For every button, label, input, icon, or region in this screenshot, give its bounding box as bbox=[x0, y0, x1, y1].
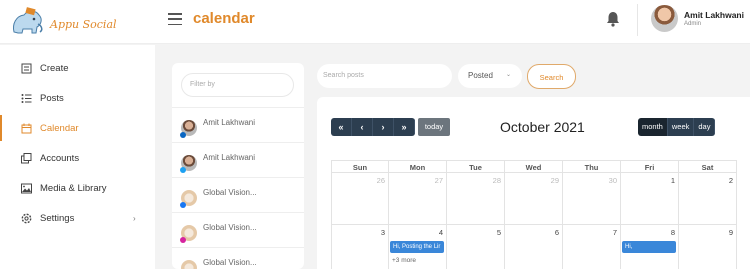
status-select[interactable]: Posted ⌄ bbox=[458, 64, 522, 88]
sidebar-item-label: Create bbox=[40, 62, 69, 74]
sidebar-item-accounts[interactable]: Accounts bbox=[0, 143, 155, 173]
list-item[interactable]: Global Vision... bbox=[172, 247, 304, 269]
weekday-header: Sun bbox=[331, 160, 389, 173]
calendar: « ‹ › » today October 2021 month week da… bbox=[317, 97, 750, 269]
linkedin-icon bbox=[180, 132, 186, 138]
next-month-button[interactable]: › bbox=[373, 118, 394, 136]
calendar-day[interactable]: 30 bbox=[563, 173, 621, 225]
elephant-logo-icon bbox=[13, 7, 43, 34]
today-button[interactable]: today bbox=[418, 118, 450, 136]
search-input[interactable]: Search posts bbox=[317, 64, 452, 88]
twitter-icon bbox=[180, 167, 186, 173]
brand-name: Appu Social bbox=[50, 17, 117, 31]
calendar-day[interactable]: 7 bbox=[563, 225, 621, 269]
more-events-link[interactable]: +3 more bbox=[392, 257, 416, 264]
bell-icon[interactable] bbox=[606, 11, 620, 27]
sidebar-item-posts[interactable]: Posts bbox=[0, 83, 155, 113]
account-name: Amit Lakhwani bbox=[203, 118, 256, 127]
accounts-panel: Filter by Amit Lakhwani Amit Lakhwani Gl… bbox=[172, 63, 304, 269]
weekday-header: Thu bbox=[563, 160, 621, 173]
image-icon bbox=[21, 183, 32, 193]
brand-logo[interactable]: Appu Social bbox=[8, 6, 117, 38]
calendar-icon bbox=[21, 123, 32, 133]
sidebar-item-label: Settings bbox=[40, 212, 75, 224]
create-icon bbox=[21, 63, 32, 73]
account-avatar bbox=[181, 260, 197, 269]
account-name: Global Vision... bbox=[203, 188, 257, 197]
calendar-day[interactable]: 27 bbox=[389, 173, 447, 225]
facebook-icon bbox=[180, 202, 186, 208]
account-name: Global Vision... bbox=[203, 258, 257, 267]
sidebar-item-settings[interactable]: Settings › bbox=[0, 203, 155, 233]
search-button[interactable]: Search bbox=[527, 64, 576, 89]
account-name: Amit Lakhwani bbox=[203, 153, 256, 162]
calendar-day[interactable]: 26 bbox=[331, 173, 389, 225]
next-year-button[interactable]: » bbox=[394, 118, 415, 136]
view-month-button[interactable]: month bbox=[638, 118, 668, 136]
user-name: Amit Lakhwani bbox=[684, 10, 744, 20]
sidebar-item-label: Calendar bbox=[40, 122, 79, 134]
top-bar: Appu Social calendar Amit Lakhwani Admin bbox=[0, 0, 750, 44]
calendar-day[interactable]: 3 bbox=[331, 225, 389, 269]
view-week-button[interactable]: week bbox=[667, 118, 695, 136]
instagram-icon bbox=[180, 237, 186, 243]
list-icon bbox=[21, 93, 32, 103]
header-divider bbox=[637, 4, 638, 36]
calendar-day[interactable]: 29 bbox=[505, 173, 563, 225]
weekday-header: Sat bbox=[679, 160, 737, 173]
account-name: Global Vision... bbox=[203, 223, 257, 232]
gear-icon bbox=[21, 213, 32, 223]
filter-input[interactable]: Filter by bbox=[181, 73, 294, 97]
status-select-value: Posted bbox=[468, 71, 493, 80]
page-title: calendar bbox=[193, 10, 255, 27]
calendar-day[interactable]: 1 bbox=[621, 173, 679, 225]
calendar-day[interactable]: 6 bbox=[505, 225, 563, 269]
calendar-event[interactable]: Hi, Posting the Lir bbox=[390, 241, 444, 253]
view-switcher: month week day bbox=[638, 118, 716, 136]
view-day-button[interactable]: day bbox=[694, 118, 716, 136]
list-item[interactable]: Amit Lakhwani bbox=[172, 142, 304, 177]
weekday-header: Tue bbox=[447, 160, 505, 173]
hamburger-icon[interactable] bbox=[168, 13, 182, 25]
calendar-title: October 2021 bbox=[500, 119, 585, 135]
chevron-right-icon: › bbox=[133, 213, 136, 223]
sidebar-item-create[interactable]: Create bbox=[0, 53, 155, 83]
sidebar-item-media-library[interactable]: Media & Library bbox=[0, 173, 155, 203]
prev-year-button[interactable]: « bbox=[331, 118, 352, 136]
weekday-header: Mon bbox=[389, 160, 447, 173]
sidebar-item-label: Posts bbox=[40, 92, 64, 104]
weekday-header: Wed bbox=[505, 160, 563, 173]
prev-month-button[interactable]: ‹ bbox=[352, 118, 373, 136]
sidebar-item-label: Accounts bbox=[40, 152, 80, 164]
avatar[interactable] bbox=[651, 5, 678, 32]
user-role: Admin bbox=[684, 21, 702, 27]
calendar-day[interactable]: 9 bbox=[679, 225, 737, 269]
sidebar-item-calendar[interactable]: Calendar bbox=[0, 113, 155, 143]
calendar-nav: « ‹ › » bbox=[331, 118, 415, 136]
calendar-day[interactable]: 2 bbox=[679, 173, 737, 225]
calendar-event[interactable]: Hi, bbox=[622, 241, 676, 253]
calendar-day[interactable]: 5 bbox=[447, 225, 505, 269]
list-item[interactable]: Global Vision... bbox=[172, 212, 304, 247]
accounts-icon bbox=[21, 152, 32, 163]
calendar-day[interactable]: 28 bbox=[447, 173, 505, 225]
weekday-header: Fri bbox=[621, 160, 679, 173]
chevron-down-icon: ⌄ bbox=[506, 72, 512, 78]
list-item[interactable]: Global Vision... bbox=[172, 177, 304, 212]
sidebar-item-label: Media & Library bbox=[40, 182, 107, 194]
sidebar: Create Posts Calendar Accounts Media & L… bbox=[0, 45, 155, 269]
list-item[interactable]: Amit Lakhwani bbox=[172, 107, 304, 142]
